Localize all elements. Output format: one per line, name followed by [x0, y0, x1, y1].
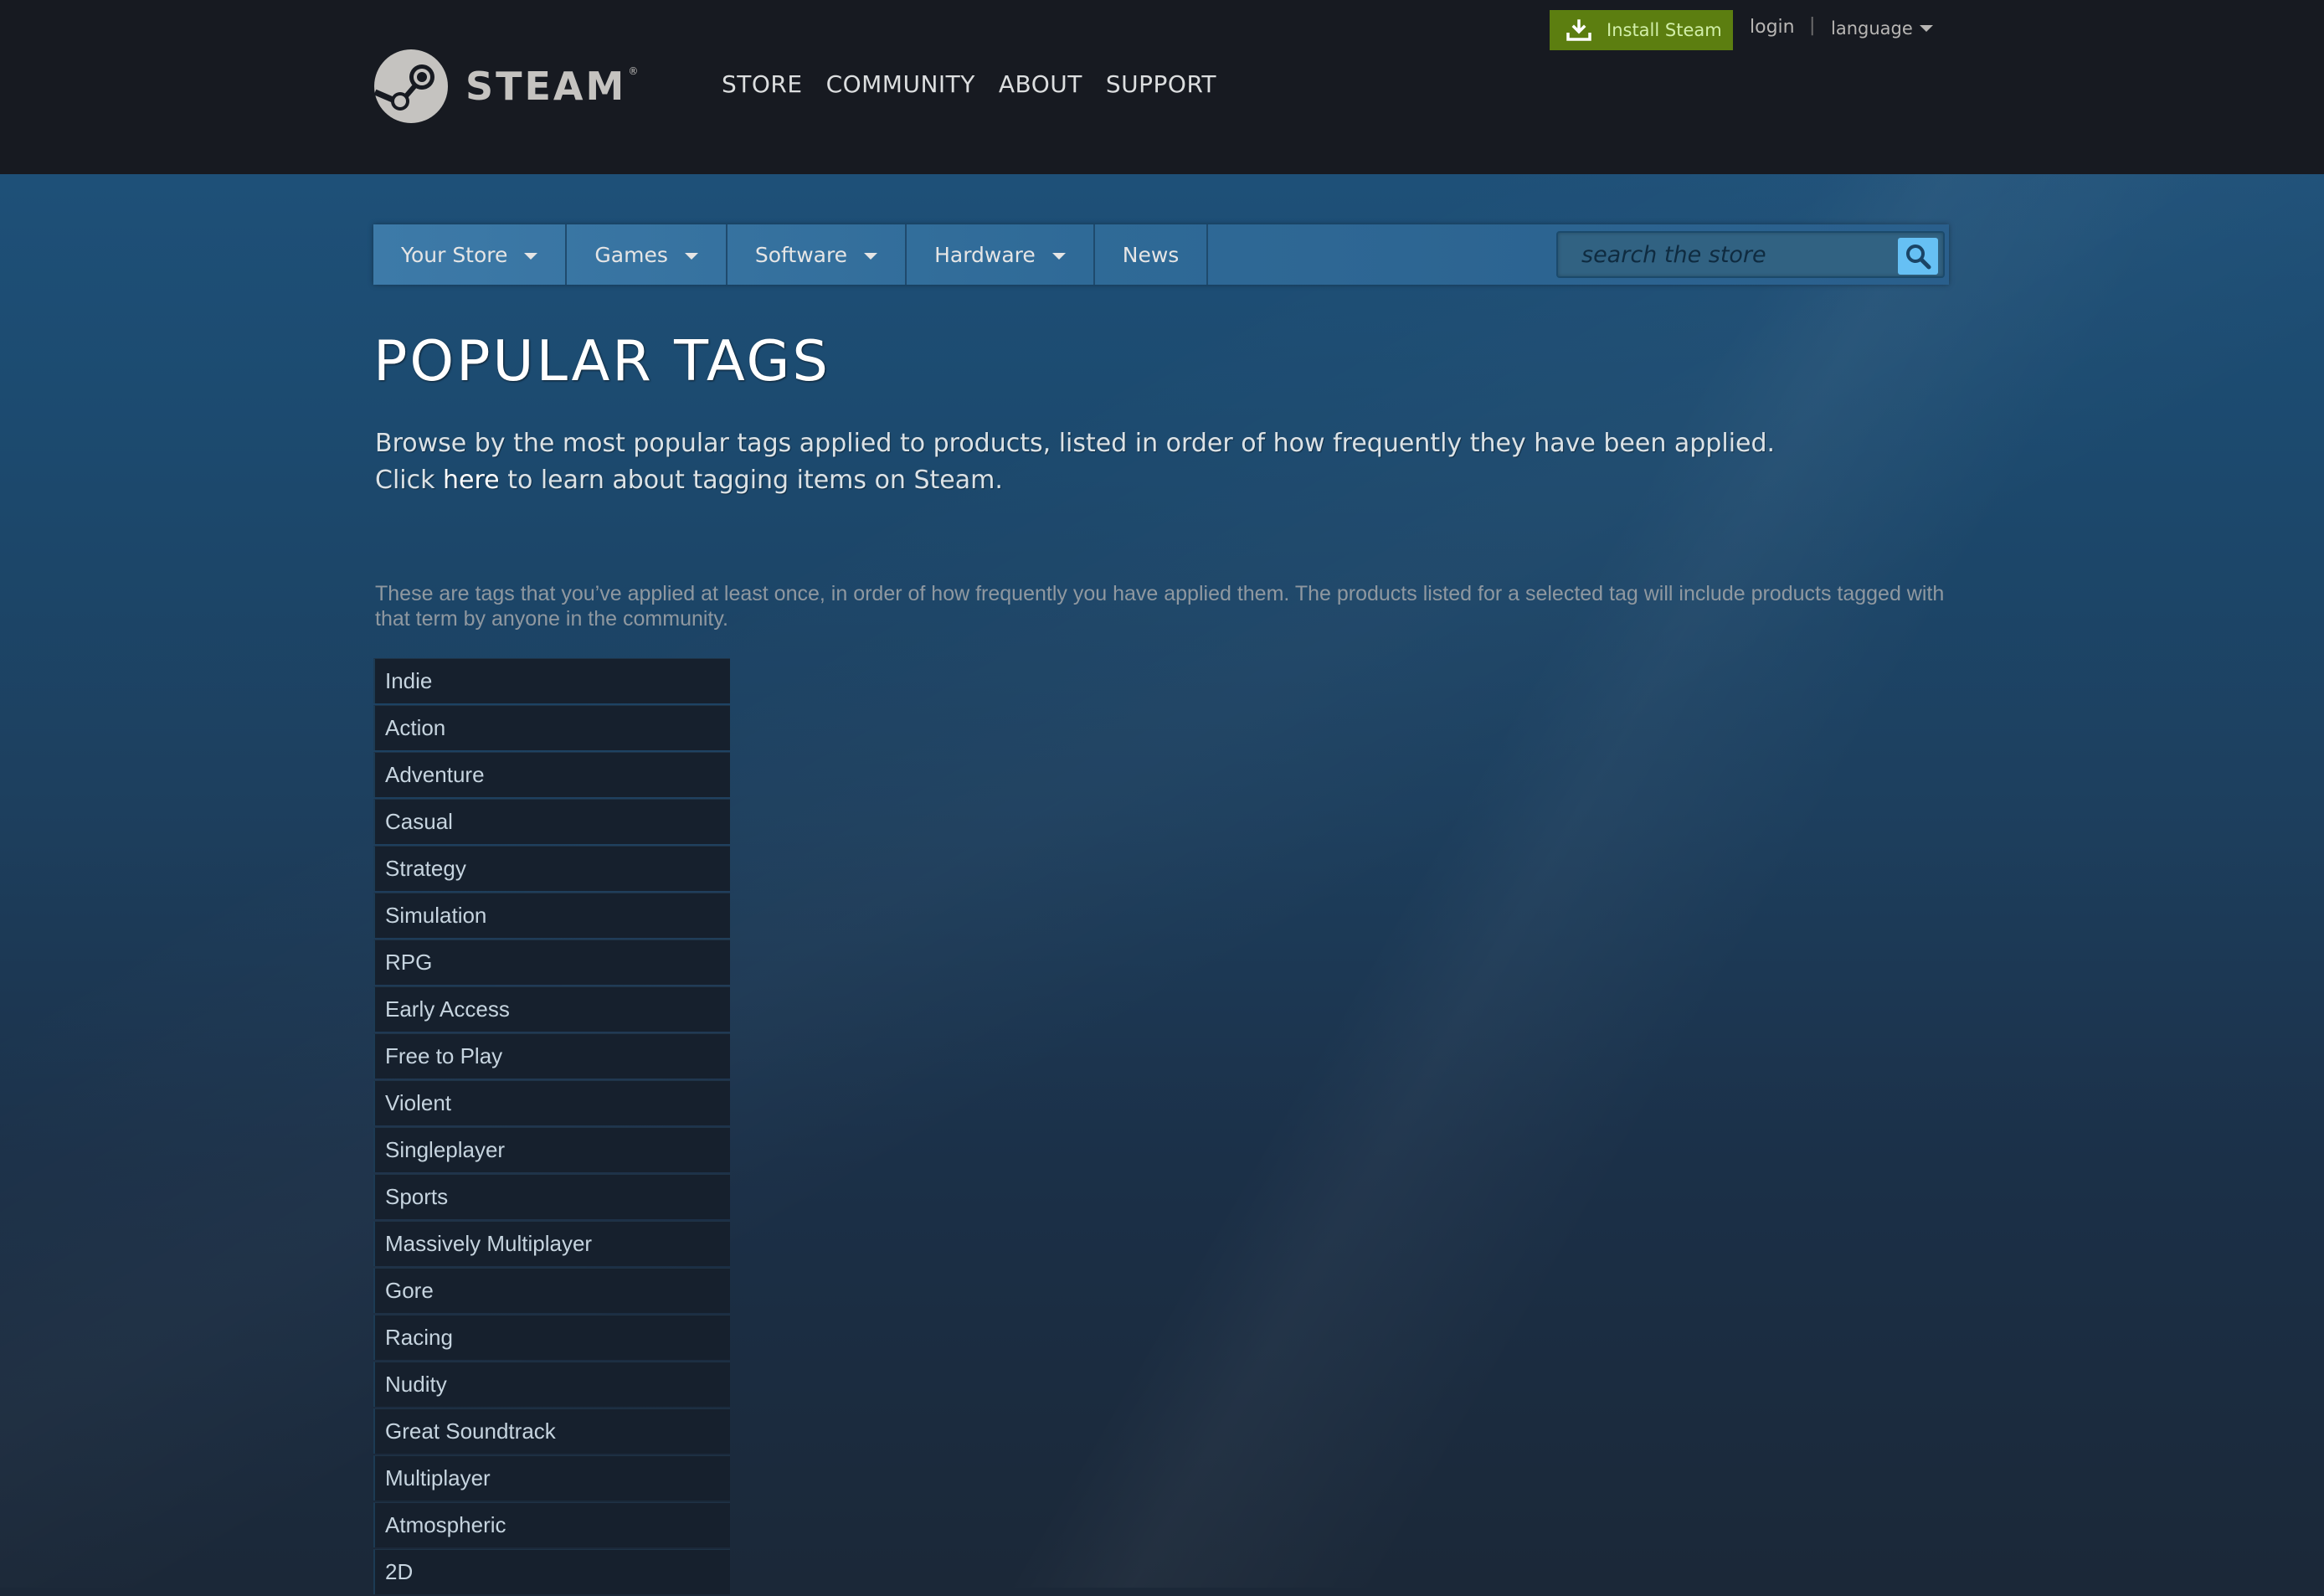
logo-wordmark: STEAM — [465, 64, 627, 109]
caret-down-icon — [524, 253, 538, 260]
tab-news[interactable]: News — [1095, 224, 1209, 285]
global-header: STEAM ® STORE COMMUNITY ABOUT SUPPORT In… — [0, 0, 2324, 174]
download-icon — [1566, 19, 1591, 41]
trademark-mark: ® — [628, 65, 639, 77]
tab-games[interactable]: Games — [567, 224, 728, 285]
description-line-1: Browse by the most popular tags applied … — [375, 429, 1776, 458]
magnifier-icon — [1906, 245, 1931, 270]
tab-software[interactable]: Software — [728, 224, 907, 285]
tag-item[interactable]: Racing — [373, 1315, 730, 1360]
caret-down-icon — [864, 253, 878, 260]
tab-hardware[interactable]: Hardware — [907, 224, 1095, 285]
caret-down-icon — [1919, 25, 1933, 32]
header-separator: | — [1809, 15, 1816, 36]
search-input[interactable] — [1566, 238, 1884, 271]
page-description: Browse by the most popular tags applied … — [375, 425, 1775, 499]
tag-item[interactable]: Singleplayer — [373, 1127, 730, 1172]
nav-community[interactable]: COMMUNITY — [826, 70, 975, 98]
install-steam-button[interactable]: Install Steam — [1550, 10, 1733, 50]
nav-store[interactable]: STORE — [722, 70, 803, 98]
tag-item[interactable]: Great Soundtrack — [373, 1408, 730, 1454]
tag-item[interactable]: Massively Multiplayer — [373, 1221, 730, 1266]
tag-item[interactable]: Violent — [373, 1080, 730, 1125]
tag-item[interactable]: Nudity — [373, 1362, 730, 1407]
store-search — [1556, 231, 1945, 278]
tag-item[interactable]: RPG — [373, 940, 730, 985]
steam-logo[interactable]: STEAM ® — [373, 49, 638, 124]
page-title: POPULAR TAGS — [373, 328, 830, 394]
tag-item[interactable]: Gore — [373, 1268, 730, 1313]
tag-item[interactable]: Strategy — [373, 846, 730, 891]
language-pulldown[interactable]: language — [1831, 18, 1933, 39]
tag-item[interactable]: Adventure — [373, 752, 730, 797]
main-nav: STORE COMMUNITY ABOUT SUPPORT — [722, 70, 1240, 98]
tab-label: News — [1122, 242, 1180, 267]
tab-label: Your Store — [401, 242, 508, 267]
language-label: language — [1831, 18, 1913, 39]
description-rest-text: to learn about tagging items on Steam. — [507, 466, 1003, 495]
store-nav: Your Store Games Software Hardware News — [373, 224, 1949, 285]
tag-item[interactable]: Casual — [373, 799, 730, 844]
tag-item[interactable]: Atmospheric — [373, 1502, 730, 1547]
install-steam-label: Install Steam — [1607, 20, 1722, 40]
store-background — [0, 174, 2324, 1588]
caret-down-icon — [1051, 253, 1066, 260]
tab-your-store[interactable]: Your Store — [373, 224, 568, 285]
tag-item[interactable]: Indie — [373, 658, 730, 703]
tag-item[interactable]: Simulation — [373, 893, 730, 938]
description-click-text: Click — [375, 466, 435, 495]
description-line-2: Click here to learn about tagging items … — [375, 462, 1775, 499]
tab-label: Software — [754, 242, 848, 267]
tag-item[interactable]: Sports — [373, 1174, 730, 1219]
search-button[interactable] — [1898, 238, 1938, 275]
tag-list: Indie Action Adventure Casual Strategy S… — [373, 658, 730, 1596]
steam-logo-icon — [373, 49, 448, 123]
tag-item[interactable]: Free to Play — [373, 1033, 730, 1079]
tab-label: Hardware — [934, 242, 1036, 267]
user-tags-note: These are tags that you’ve applied at le… — [375, 582, 1945, 631]
tag-item[interactable]: Action — [373, 705, 730, 750]
nav-about[interactable]: ABOUT — [999, 70, 1082, 98]
tag-item[interactable]: Early Access — [373, 986, 730, 1032]
tag-item[interactable]: Multiplayer — [373, 1455, 730, 1501]
caret-down-icon — [684, 253, 698, 260]
tab-label: Games — [594, 242, 668, 267]
learn-tagging-link[interactable]: here — [443, 466, 500, 495]
nav-support[interactable]: SUPPORT — [1106, 70, 1216, 98]
login-link[interactable]: login — [1750, 17, 1795, 38]
